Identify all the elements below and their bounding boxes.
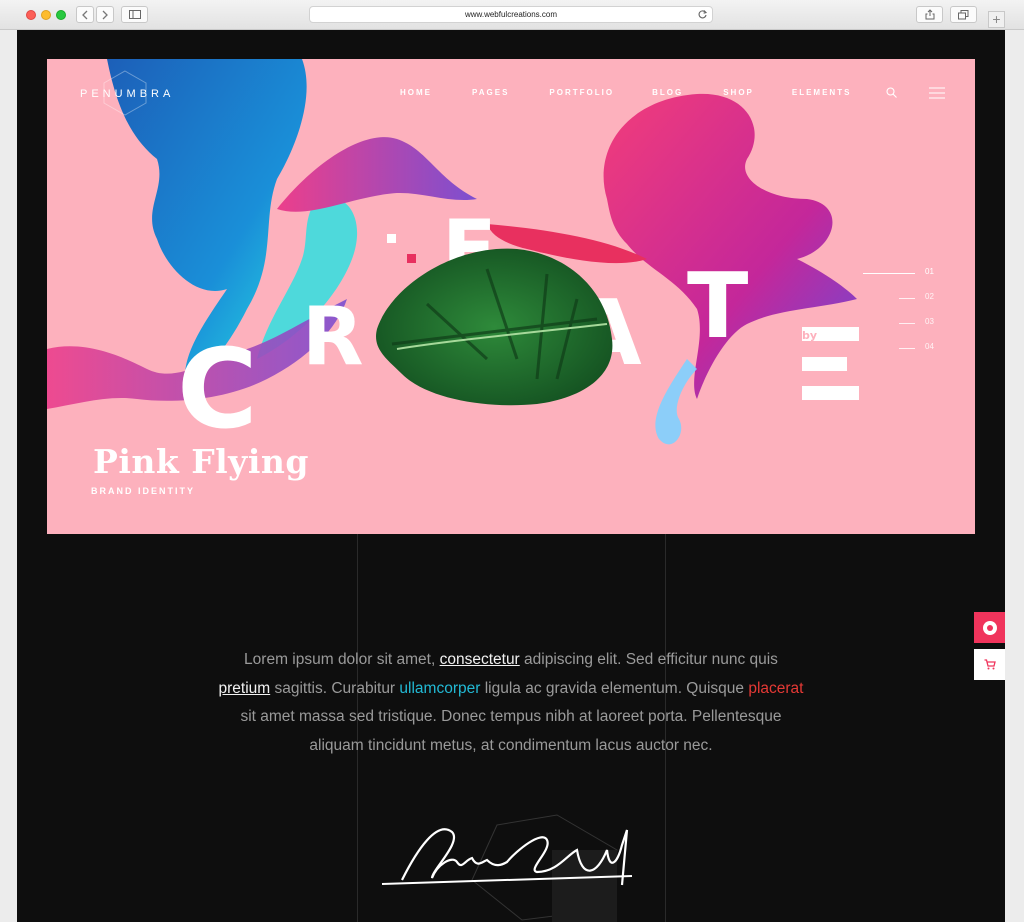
menu-item-home[interactable]: HOME	[400, 88, 432, 97]
maximize-window-button[interactable]	[56, 10, 66, 20]
web-page: C R E A T by PENUMBRA HOME PAGES	[17, 30, 1005, 922]
chevron-right-icon	[102, 10, 108, 19]
slide-dot-1[interactable]: 01	[863, 267, 943, 292]
link-consectetur[interactable]: consectetur	[440, 651, 520, 668]
hero-subtitle: BRAND IDENTITY	[91, 486, 195, 496]
menu-item-blog[interactable]: BLOG	[652, 88, 683, 97]
menu-item-shop[interactable]: SHOP	[723, 88, 754, 97]
tabs-icon	[958, 9, 969, 19]
menu-item-elements[interactable]: ELEMENTS	[792, 88, 852, 97]
main-menu: HOME PAGES PORTFOLIO BLOG SHOP ELEMENTS	[400, 88, 851, 97]
signature-image	[381, 814, 633, 922]
menu-item-pages[interactable]: PAGES	[472, 88, 509, 97]
menu-item-portfolio[interactable]: PORTFOLIO	[549, 88, 614, 97]
url-text: www.webfulcreations.com	[464, 10, 558, 19]
new-tab-button[interactable]: +	[988, 11, 1005, 28]
close-window-button[interactable]	[26, 10, 36, 20]
browser-window: www.webfulcreations.com + C R E T by PEN…	[0, 0, 1024, 922]
sidebar-icon	[128, 10, 141, 19]
slide-dot-4[interactable]: 04	[863, 342, 943, 367]
intro-paragraph: Lorem ipsum dolor sit amet, consectetur …	[218, 651, 804, 754]
slide-dot-2[interactable]: 02	[863, 292, 943, 317]
search-icon[interactable]	[886, 87, 897, 98]
reload-icon[interactable]	[697, 9, 708, 20]
hamburger-icon[interactable]	[929, 87, 945, 99]
share-icon	[925, 9, 934, 20]
minimize-window-button[interactable]	[41, 10, 51, 20]
hero-title[interactable]: Pink Flying	[93, 442, 309, 481]
tabs-overview-button[interactable]	[950, 6, 977, 23]
address-bar[interactable]: www.webfulcreations.com	[309, 6, 713, 23]
brand-logo[interactable]: PENUMBRA	[80, 88, 174, 100]
slide-pagination: 01 02 03 04	[863, 267, 943, 367]
hero-slider: C R E A T by PENUMBRA HOME PAGES	[47, 59, 975, 534]
svg-text:T: T	[687, 254, 748, 359]
back-button[interactable]	[76, 6, 94, 23]
slide-dot-3[interactable]: 03	[863, 317, 943, 342]
svg-text:C: C	[177, 325, 258, 453]
share-button[interactable]	[916, 6, 943, 23]
sidebar-toggle-button[interactable]	[121, 6, 148, 23]
chevron-left-icon	[82, 10, 88, 19]
highlight-ullamcorper: ullamcorper	[399, 679, 481, 697]
svg-text:R: R	[302, 290, 364, 383]
cart-icon	[984, 659, 996, 670]
forward-button[interactable]	[96, 6, 114, 23]
highlight-placerat: placerat	[748, 679, 804, 697]
svg-text:by: by	[802, 329, 817, 342]
browser-toolbar: www.webfulcreations.com +	[0, 0, 1024, 30]
cart-button[interactable]	[974, 649, 1005, 680]
life-ring-icon	[982, 620, 997, 635]
link-pretium[interactable]: pretium	[219, 680, 271, 697]
support-button[interactable]	[974, 612, 1005, 643]
